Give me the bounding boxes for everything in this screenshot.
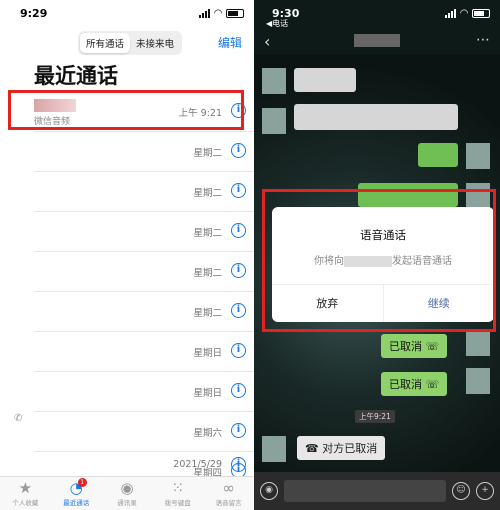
info-icon[interactable]: i — [231, 303, 246, 318]
info-icon[interactable]: i — [231, 343, 246, 358]
message-input[interactable] — [284, 480, 446, 502]
tab-recents[interactable]: ◔ 1 最近通话 — [51, 477, 101, 510]
plus-icon[interactable]: + — [476, 482, 494, 500]
avatar — [262, 436, 286, 462]
avatar — [466, 330, 490, 356]
more-icon[interactable]: ⋯ — [476, 32, 490, 48]
message-bubble[interactable] — [294, 104, 458, 130]
avatar — [262, 108, 286, 134]
call-time: 星期二 — [193, 228, 222, 239]
call-time: 星期日 — [193, 388, 222, 399]
tab-voicemail[interactable]: ∞ 语音留言 — [204, 477, 254, 510]
back-to-phone-link[interactable]: ◀电话 — [266, 18, 288, 29]
wifi-icon: ◠ — [214, 7, 222, 19]
blurred-chat-title — [354, 34, 400, 47]
keypad-icon: ⁙ — [171, 479, 185, 497]
tab-favorites[interactable]: ★ 个人收藏 — [0, 477, 50, 510]
wifi-icon: ◠ — [460, 7, 468, 19]
phone-icon: ☏ — [425, 340, 440, 353]
info-icon[interactable]: i — [231, 223, 246, 238]
star-icon: ★ — [18, 479, 33, 497]
call-row[interactable]: 星期二 i — [34, 212, 254, 252]
edit-button[interactable]: 编辑 — [218, 34, 242, 51]
emoji-icon[interactable]: ☺ — [452, 482, 470, 500]
contact-icon: ◉ — [120, 479, 134, 497]
status-time: 9:29 — [20, 6, 48, 20]
cancelled-call-bubble[interactable]: 已取消 ☏ — [381, 372, 448, 396]
call-row[interactable]: 星期二 i — [34, 252, 254, 292]
tab-keypad[interactable]: ⁙ 拨号键盘 — [153, 477, 203, 510]
call-row[interactable]: 星期二 i — [34, 172, 254, 212]
message-bubble[interactable] — [418, 143, 458, 167]
call-filter-segment[interactable]: 所有通话 未接来电 — [78, 31, 183, 55]
avatar — [466, 368, 490, 394]
recents-screen: 9:29 ◠ 所有通话 未接来电 编辑 最近通话 微信音频 上午 9:21 i … — [0, 0, 254, 510]
voicemail-icon: ∞ — [222, 479, 235, 497]
avatar — [466, 143, 490, 169]
call-time: 星期二 — [193, 148, 222, 159]
call-row[interactable]: 星期日 i — [34, 372, 254, 412]
back-chevron-icon[interactable]: ‹ — [264, 32, 270, 51]
info-icon[interactable]: i — [231, 423, 246, 438]
call-time: 星期二 — [193, 188, 222, 199]
call-time: 星期二 — [193, 268, 222, 279]
other-cancelled-bubble[interactable]: ☎ 对方已取消 — [297, 436, 386, 460]
message-bubble[interactable] — [294, 68, 356, 92]
hangup-icon: ☎ — [305, 442, 319, 455]
tab-missed-calls[interactable]: 未接来电 — [130, 33, 180, 53]
voice-input-icon[interactable]: ◉ — [260, 482, 278, 500]
page-title: 最近通话 — [34, 64, 118, 88]
phone-icon: ☏ — [425, 378, 440, 391]
highlight-box — [262, 189, 496, 332]
status-bar: 9:30 ◠ — [254, 0, 500, 26]
call-row[interactable]: 星期二 i — [34, 132, 254, 172]
info-icon[interactable]: i — [231, 457, 246, 472]
avatar — [262, 68, 286, 94]
call-time: 星期日 — [193, 348, 222, 359]
timestamp-chip: 上午9:21 — [355, 410, 395, 423]
tab-bar: ★ 个人收藏 ◔ 1 最近通话 ◉ 通讯录 ⁙ 拨号键盘 ∞ 语音留言 — [0, 476, 254, 510]
badge-count: 1 — [77, 478, 87, 487]
signal-icon — [445, 8, 457, 18]
cancelled-call-bubble[interactable]: 已取消 ☏ — [381, 334, 448, 358]
info-icon[interactable]: i — [231, 383, 246, 398]
call-row[interactable]: 星期日 i — [34, 332, 254, 372]
tab-contacts[interactable]: ◉ 通讯录 — [102, 477, 152, 510]
info-icon[interactable]: i — [231, 263, 246, 278]
tab-all-calls[interactable]: 所有通话 — [80, 33, 131, 53]
signal-icon — [199, 8, 211, 18]
chat-input-bar: ◉ ☺ + — [254, 472, 500, 510]
recent-calls-list: 微信音频 上午 9:21 i 星期二 i 星期二 i 星期二 i 星期二 i 星期二 i … — [0, 92, 254, 492]
battery-icon — [472, 8, 490, 18]
info-icon[interactable]: i — [231, 143, 246, 158]
call-row[interactable]: 星期二 i — [34, 292, 254, 332]
highlight-box — [8, 90, 244, 130]
status-bar: 9:29 ◠ — [0, 0, 254, 26]
battery-icon — [226, 8, 244, 18]
call-time: 2021/5/29 — [173, 459, 222, 470]
info-icon[interactable]: i — [231, 183, 246, 198]
phone-call-icon: ✆ — [14, 413, 23, 424]
call-time: 星期六 — [193, 428, 222, 439]
call-time: 星期二 — [193, 308, 222, 319]
